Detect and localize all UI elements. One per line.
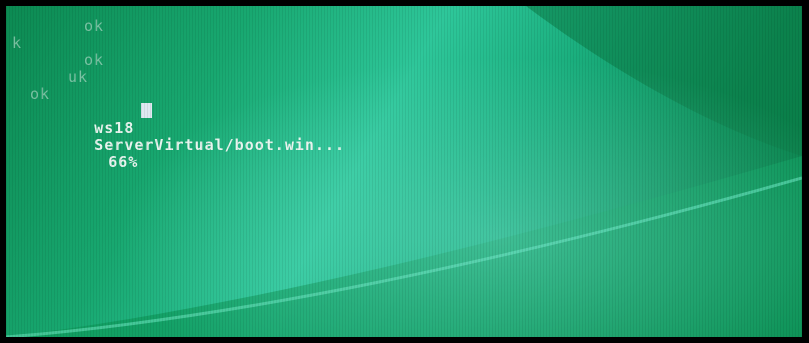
boot-prefix: ws18 xyxy=(94,119,135,137)
console-line: ok xyxy=(6,86,802,103)
console-line: uk xyxy=(6,69,802,86)
console-status: ok xyxy=(84,51,105,69)
console-line: ok xyxy=(6,18,802,35)
console-status: k xyxy=(12,34,23,52)
boot-console-screen: ok k ok uk ok ws18 ServerVirtual/boot.wi… xyxy=(6,6,802,337)
boot-progress-line: ws18 ServerVirtual/boot.win... 66% xyxy=(6,103,802,171)
boot-percent: 66% xyxy=(108,153,139,171)
console-status: ok xyxy=(30,85,51,103)
console-line: ok xyxy=(6,52,802,69)
console-status: uk xyxy=(68,68,89,86)
console-output: ok k ok uk ok ws18 ServerVirtual/boot.wi… xyxy=(6,18,802,171)
boot-path: ServerVirtual/boot.win... xyxy=(94,136,346,154)
console-line: k xyxy=(6,35,802,52)
console-status: ok xyxy=(84,17,105,35)
text-cursor xyxy=(141,103,153,118)
